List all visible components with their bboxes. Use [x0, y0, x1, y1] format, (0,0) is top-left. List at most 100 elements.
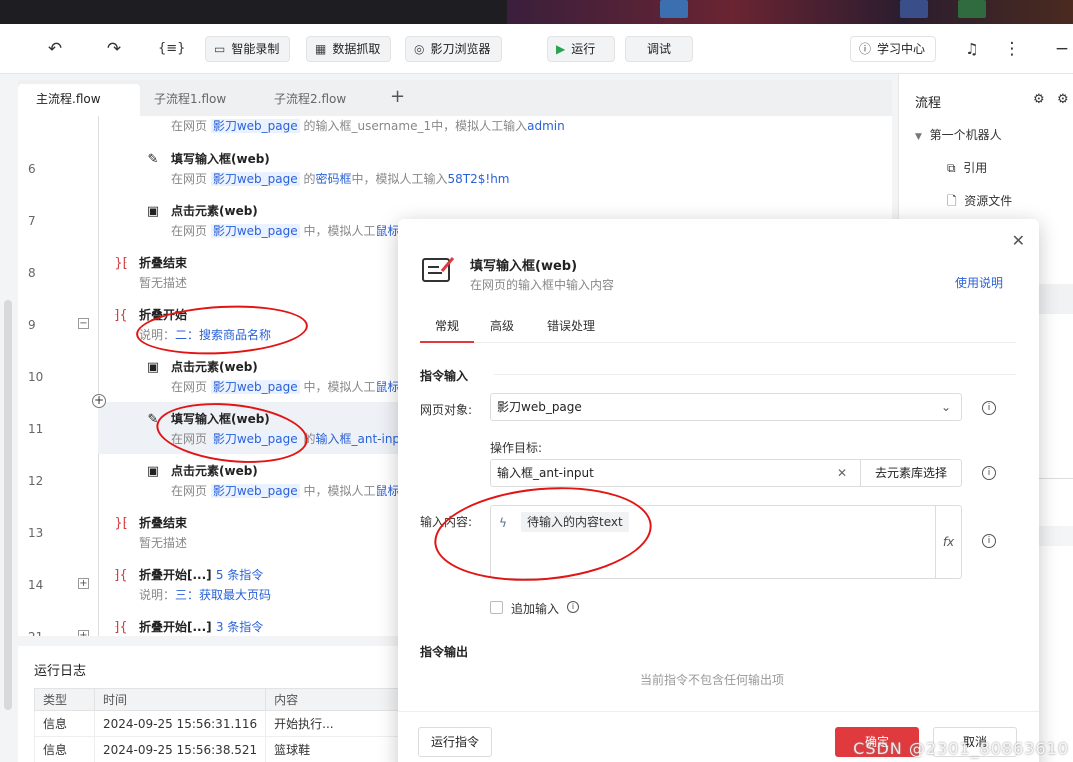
collapse-toggle[interactable]: −	[78, 318, 89, 329]
video-icon: ▭	[214, 42, 226, 56]
step-description: 说明：三：获取最大页码	[139, 588, 272, 602]
step-description: 在网页 影刀web_page 中，模拟人工鼠标	[171, 484, 400, 498]
table-icon: ▦	[315, 42, 327, 56]
line-number: 9	[28, 318, 36, 332]
line-number: 11	[28, 422, 44, 436]
info-icon[interactable]: i	[567, 601, 579, 613]
step-description: 说明：二：搜索商品名称	[139, 328, 272, 342]
step-title: 填写输入框(web)	[171, 412, 270, 426]
click-element-icon: ▣	[146, 360, 160, 375]
page-object-select[interactable]: 影刀web_page ⌄	[490, 393, 962, 421]
python-icon: ϟ	[499, 516, 507, 530]
fold-end-icon: }⁅	[114, 516, 128, 531]
section-input-title: 指令输入	[420, 369, 469, 383]
info-icon[interactable]: i	[982, 534, 996, 548]
tab-error-handling[interactable]: 错误处理	[547, 317, 595, 343]
variable-chip[interactable]: 待输入的内容text	[521, 512, 629, 532]
target-field[interactable]: 输入框_ant-input ✕ 去元素库选择	[490, 459, 962, 487]
reference-icon: ⧉	[947, 161, 956, 175]
fold-start-icon: ⁆{	[114, 568, 128, 583]
data-scrape-button[interactable]: ▦ 数据抓取	[306, 36, 392, 62]
minimize-icon[interactable]: −	[1050, 37, 1073, 61]
expand-toggle[interactable]: +	[78, 630, 89, 636]
click-element-icon: ▣	[146, 204, 160, 219]
edit-input-icon	[422, 257, 455, 282]
help-link[interactable]: 使用说明	[955, 274, 1003, 291]
append-input-label: 追加输入	[511, 602, 560, 616]
app-icon	[958, 0, 986, 18]
debug-button[interactable]: 调试	[625, 36, 693, 62]
flow-tabs: 主流程.flow 子流程1.flow 子流程2.flow +	[18, 80, 892, 116]
tree-item-resources[interactable]: 🗋 资源文件	[947, 192, 1012, 213]
toolbar: ↶ ↷ {≡} ▭ 智能录制 ▦ 数据抓取 ◎ 影刀浏览器 ▶ 运行 调试 ⓘ 学习中心 …	[0, 24, 1073, 74]
expand-toggle[interactable]: +	[78, 578, 89, 589]
tab-subflow-1[interactable]: 子流程1.flow	[136, 84, 244, 116]
line-number: 12	[28, 474, 44, 488]
desktop-strip	[0, 0, 1073, 24]
caret-down-icon: ▼	[915, 132, 922, 142]
info-icon[interactable]: i	[982, 466, 996, 480]
fx-button[interactable]: fx	[935, 506, 961, 578]
tab-main-flow[interactable]: 主流程.flow	[18, 84, 140, 116]
step-row[interactable]: 6 ✎ 填写输入框(web) 在网页 影刀web_page 的密码框中，模拟人工…	[18, 142, 892, 194]
settings-icon[interactable]: ⚙	[1033, 92, 1045, 107]
run-log-panel: 运行日志 类型 时间 内容 信息 2024-09-25 15:56:31.116…	[18, 646, 408, 762]
section-divider	[494, 374, 1016, 375]
column-header: 时间	[93, 688, 267, 711]
append-input-checkbox[interactable]	[490, 601, 503, 614]
chevron-down-icon: ⌄	[940, 400, 951, 414]
step-description: 在网页 影刀web_page 的密码框中，模拟人工输入58T2$!hm	[171, 172, 510, 186]
step-description: 暂无描述	[139, 536, 188, 550]
browser-icon: ◎	[414, 42, 425, 56]
smart-record-button[interactable]: ▭ 智能录制	[205, 36, 291, 62]
step-title: 折叠开始[...] 3 条指令	[139, 620, 264, 634]
add-tab-icon[interactable]: +	[390, 86, 405, 107]
click-element-icon: ▣	[146, 464, 160, 479]
tab-advanced[interactable]: 高级	[490, 317, 514, 343]
bell-icon[interactable]: ♫	[960, 37, 984, 61]
content-label: 输入内容:	[420, 515, 473, 529]
target-label: 操作目标:	[490, 441, 543, 455]
python-icon	[660, 0, 688, 18]
pick-element-button[interactable]: 去元素库选择	[859, 460, 961, 486]
learning-center-button[interactable]: ⓘ 学习中心	[850, 36, 937, 62]
step-title: 填写输入框(web)	[171, 152, 270, 166]
scrollbar[interactable]	[4, 300, 12, 710]
run-command-button[interactable]: 运行指令	[418, 727, 492, 757]
table-row[interactable]: 信息 2024-09-25 15:56:31.116 开始执行...	[34, 710, 407, 737]
tab-general[interactable]: 常规	[420, 317, 474, 343]
step-title: 点击元素(web)	[171, 464, 258, 478]
browser-button[interactable]: ◎ 影刀浏览器	[405, 36, 502, 62]
step-title: 折叠开始[...] 5 条指令	[139, 568, 264, 582]
line-number: 13	[28, 526, 44, 540]
section-output-title: 指令输出	[420, 645, 469, 659]
sidebar-title: 流程	[915, 96, 942, 111]
dialog-tabs: 常规 高级 错误处理	[420, 317, 1016, 343]
variable-icon[interactable]: {≡}	[158, 37, 185, 61]
clear-icon[interactable]: ✕	[837, 460, 847, 486]
edit-input-icon: ✎	[147, 152, 159, 167]
step-description: 暂无描述	[139, 276, 188, 290]
dialog-subtitle: 在网页的输入框中输入内容	[470, 278, 615, 292]
step-row[interactable]: 在网页 影刀web_page 的输入框_username_1中，模拟人工输入ad…	[18, 116, 892, 134]
more-icon[interactable]: ⋮	[1000, 37, 1024, 61]
table-row[interactable]: 信息 2024-09-25 15:56:38.521 篮球鞋	[34, 736, 407, 762]
tree-item-reference[interactable]: ⧉ 引用	[947, 159, 987, 176]
content-input[interactable]: ϟ 待输入的内容text fx	[490, 505, 962, 579]
undo-icon[interactable]: ↶	[43, 37, 67, 61]
help-icon: ⓘ	[859, 42, 872, 56]
app-icon	[900, 0, 928, 18]
step-title: 折叠结束	[139, 256, 188, 270]
gear-icon[interactable]: ⚙	[1057, 92, 1069, 107]
redo-icon[interactable]: ↷	[102, 37, 126, 61]
line-number: 14	[28, 578, 44, 592]
insert-step-icon[interactable]: +	[92, 394, 106, 408]
play-icon: ▶	[556, 42, 566, 56]
info-icon[interactable]: i	[982, 401, 996, 415]
close-icon[interactable]: ✕	[1012, 231, 1025, 250]
tab-subflow-2[interactable]: 子流程2.flow	[256, 84, 364, 116]
tree-item-robot[interactable]: ▼ 第一个机器人	[915, 126, 1002, 143]
run-button[interactable]: ▶ 运行	[547, 36, 615, 62]
command-dialog: ✕ 填写输入框(web) 在网页的输入框中输入内容 使用说明 常规 高级 错误处…	[398, 219, 1039, 762]
desktop-wallpaper	[507, 0, 1073, 24]
